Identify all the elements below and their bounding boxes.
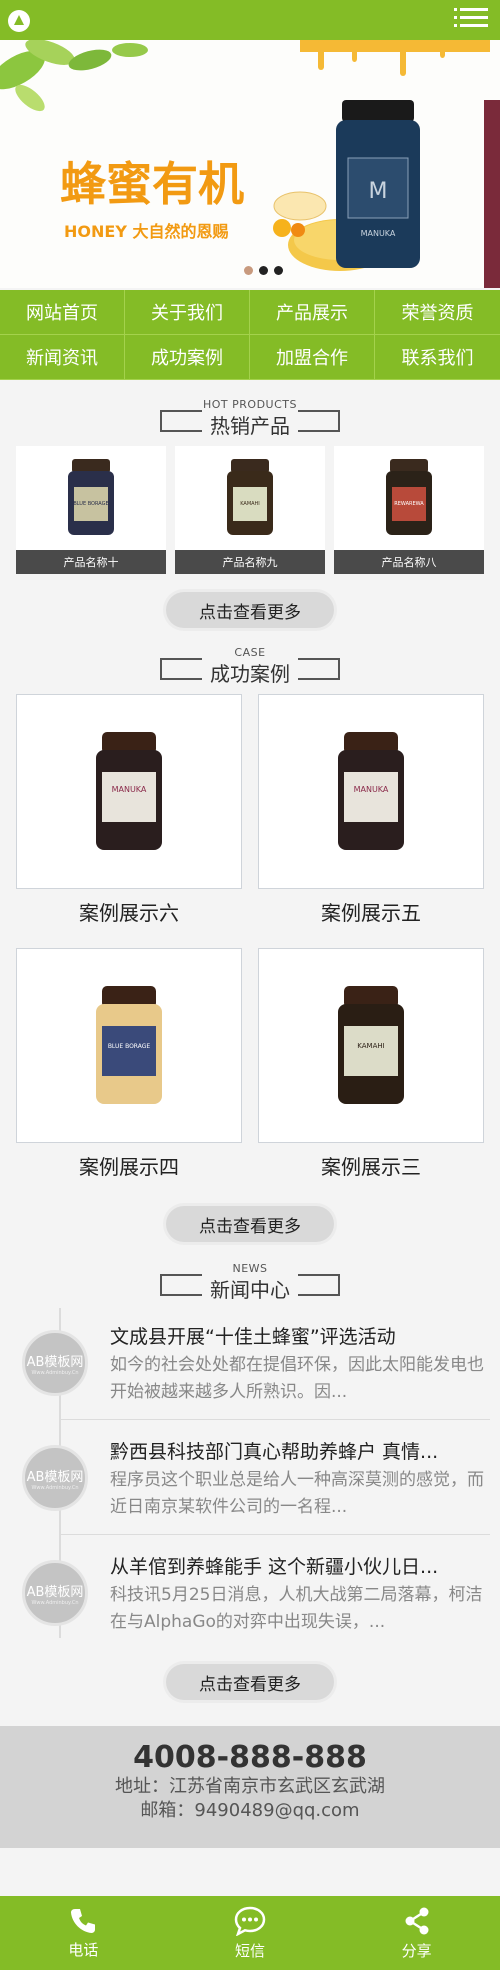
news-thumbnail: AB模板网 Www.Adminbuy.Cn	[22, 1560, 88, 1626]
nav-item-products[interactable]: 产品展示	[250, 290, 375, 335]
svg-text:BLUE BORAGE: BLUE BORAGE	[73, 501, 108, 507]
section-title-news: NEWS 新闻中心	[0, 1262, 500, 1302]
news-title: 文成县开展“十佳土蜂蜜”评选活动	[110, 1326, 396, 1348]
case-card[interactable]: BLUE BORAGE 案例展示四	[16, 948, 242, 1180]
news-title: 从羊倌到养蜂能手 这个新疆小伙儿日...	[110, 1556, 439, 1578]
news-item[interactable]: AB模板网 Www.Adminbuy.Cn 黔西县科技部门真心帮助养蜂户 真情..…	[22, 1423, 490, 1535]
phone-button[interactable]: 电话	[0, 1896, 167, 1970]
svg-text:MANUKA: MANUKA	[354, 785, 389, 794]
phone-label: 电话	[68, 1940, 99, 1959]
banner-image: 蜂蜜有机 HONEY 大自然的恩赐 M MANUKA	[0, 40, 500, 288]
nav-item-cases[interactable]: 成功案例	[125, 335, 250, 380]
top-bar	[0, 0, 500, 40]
more-button-news[interactable]: 点击查看更多	[166, 1664, 334, 1700]
footer-phone[interactable]: 4008-888-888	[0, 1726, 500, 1775]
nav-item-about[interactable]: 关于我们	[125, 290, 250, 335]
news-desc: 程序员这个职业总是给人一种高深莫测的感觉，而近日南京某软件公司的一名程...	[110, 1470, 484, 1517]
product-name: 产品名称九	[175, 550, 325, 574]
news-title: 黔西县科技部门真心帮助养蜂户 真情...	[110, 1441, 439, 1463]
banner-dot[interactable]	[259, 266, 268, 275]
nav-item-news[interactable]: 新闻资讯	[0, 335, 125, 380]
case-name: 案例展示五	[321, 901, 421, 925]
nav-item-join[interactable]: 加盟合作	[250, 335, 375, 380]
bottom-bar: 电话 短信 分享	[0, 1896, 500, 1970]
svg-text:蜂蜜有机: 蜂蜜有机	[60, 157, 244, 211]
svg-text:KAMAHI: KAMAHI	[240, 501, 260, 507]
banner[interactable]: 蜂蜜有机 HONEY 大自然的恩赐 M MANUKA	[0, 40, 500, 288]
divider	[60, 1419, 490, 1420]
section-title-cn: 新闻中心	[210, 1278, 290, 1302]
nav-item-honors[interactable]: 荣誉资质	[375, 290, 500, 335]
case-card[interactable]: KAMAHI 案例展示三	[258, 948, 484, 1180]
footer-contact: 4008-888-888 地址：江苏省南京市玄武区玄武湖 邮箱：9490489@…	[0, 1726, 500, 1848]
svg-text:HONEY 大自然的恩赐: HONEY 大自然的恩赐	[64, 222, 228, 241]
banner-dot[interactable]	[244, 266, 253, 275]
divider	[60, 1534, 490, 1535]
news-desc: 科技讯5月25日消息，人机大战第二局落幕，柯洁在与AlphaGo的对弈中出现失误…	[110, 1585, 483, 1632]
case-name: 案例展示四	[79, 1155, 179, 1179]
case-name: 案例展示三	[321, 1155, 421, 1179]
svg-text:MANUKA: MANUKA	[361, 229, 396, 238]
main-nav: 网站首页 关于我们 产品展示 荣誉资质 新闻资讯 成功案例 加盟合作 联系我们	[0, 290, 500, 380]
case-card[interactable]: MANUKA 案例展示六	[16, 694, 242, 926]
news-item[interactable]: AB模板网 Www.Adminbuy.Cn 从羊倌到养蜂能手 这个新疆小伙儿日..…	[22, 1538, 490, 1650]
svg-text:REWAREWA: REWAREWA	[394, 501, 424, 507]
phone-icon	[71, 1908, 96, 1933]
svg-text:MANUKA: MANUKA	[112, 785, 147, 794]
sms-label: 短信	[235, 1941, 266, 1960]
logo-icon[interactable]	[8, 10, 30, 32]
product-card[interactable]: KAMAHI 产品名称九	[175, 446, 325, 574]
share-label: 分享	[401, 1941, 432, 1960]
product-image: REWAREWA	[334, 446, 484, 550]
section-title-hot: HOT PRODUCTS 热销产品	[0, 398, 500, 438]
news-desc: 如今的社会处处都在提倡环保，因此太阳能发电也开始被越来越多人所熟识。因...	[110, 1355, 484, 1402]
news-thumbnail: AB模板网 Www.Adminbuy.Cn	[22, 1330, 88, 1396]
case-image: KAMAHI	[258, 948, 484, 1143]
section-title-cn: 热销产品	[210, 414, 290, 438]
case-image: MANUKA	[16, 694, 242, 889]
menu-icon[interactable]	[454, 8, 488, 32]
footer-email[interactable]: 邮箱：9490489@qq.com	[0, 1799, 500, 1823]
case-image: BLUE BORAGE	[16, 948, 242, 1143]
news-item[interactable]: AB模板网 Www.Adminbuy.Cn 文成县开展“十佳土蜂蜜”评选活动 如今…	[22, 1308, 490, 1420]
banner-dot[interactable]	[274, 266, 283, 275]
more-button-products[interactable]: 点击查看更多	[166, 592, 334, 628]
share-icon	[405, 1907, 429, 1934]
section-title-cn: 成功案例	[210, 662, 290, 686]
nav-item-home[interactable]: 网站首页	[0, 290, 125, 335]
svg-text:M: M	[369, 179, 388, 204]
case-image: MANUKA	[258, 694, 484, 889]
product-card[interactable]: BLUE BORAGE 产品名称十	[16, 446, 166, 574]
svg-text:BLUE BORAGE: BLUE BORAGE	[108, 1043, 151, 1050]
product-card[interactable]: REWAREWA 产品名称八	[334, 446, 484, 574]
product-name: 产品名称十	[16, 550, 166, 574]
share-button[interactable]: 分享	[333, 1896, 500, 1970]
news-thumbnail: AB模板网 Www.Adminbuy.Cn	[22, 1445, 88, 1511]
chat-icon	[234, 1906, 266, 1936]
product-name: 产品名称八	[334, 550, 484, 574]
case-card[interactable]: MANUKA 案例展示五	[258, 694, 484, 926]
nav-item-contact[interactable]: 联系我们	[375, 335, 500, 380]
product-image: BLUE BORAGE	[16, 446, 166, 550]
sms-button[interactable]: 短信	[167, 1896, 334, 1970]
svg-text:KAMAHI: KAMAHI	[357, 1042, 384, 1050]
section-title-cases: CASE 成功案例	[0, 646, 500, 686]
case-name: 案例展示六	[79, 901, 179, 925]
footer-address: 地址：江苏省南京市玄武区玄武湖	[115, 1776, 385, 1797]
product-image: KAMAHI	[175, 446, 325, 550]
more-button-cases[interactable]: 点击查看更多	[166, 1206, 334, 1242]
banner-pagination	[244, 266, 283, 275]
